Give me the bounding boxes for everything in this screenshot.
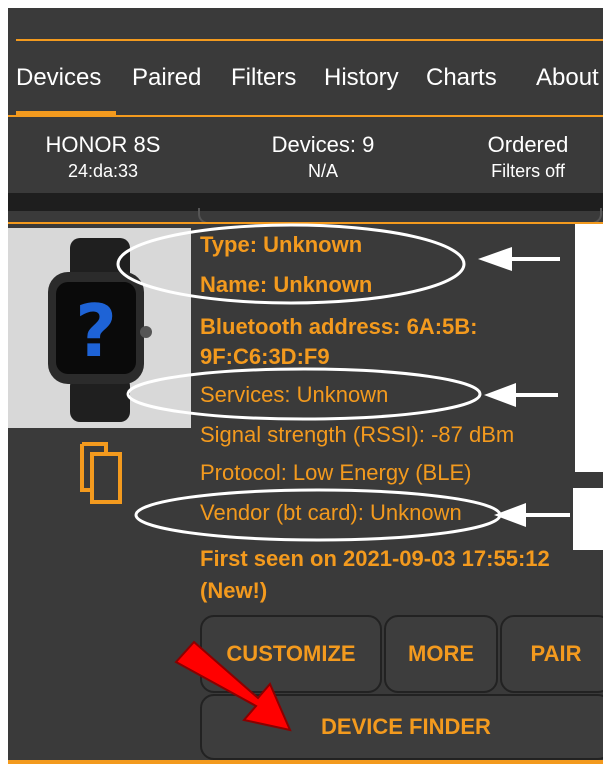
annotation-overlay: [116, 223, 570, 732]
white-arrow-icon: [494, 503, 570, 527]
white-arrow-icon: [484, 383, 558, 407]
highlight-ellipse: [134, 488, 502, 542]
bottom-accent-line: [8, 760, 603, 764]
highlight-ellipse: [126, 367, 482, 421]
white-arrow-icon: [478, 247, 560, 271]
highlight-ellipse: [116, 223, 466, 305]
red-arrow-icon: [174, 640, 292, 732]
app-frame: Devices Paired Filters History Charts Ab…: [8, 8, 603, 764]
